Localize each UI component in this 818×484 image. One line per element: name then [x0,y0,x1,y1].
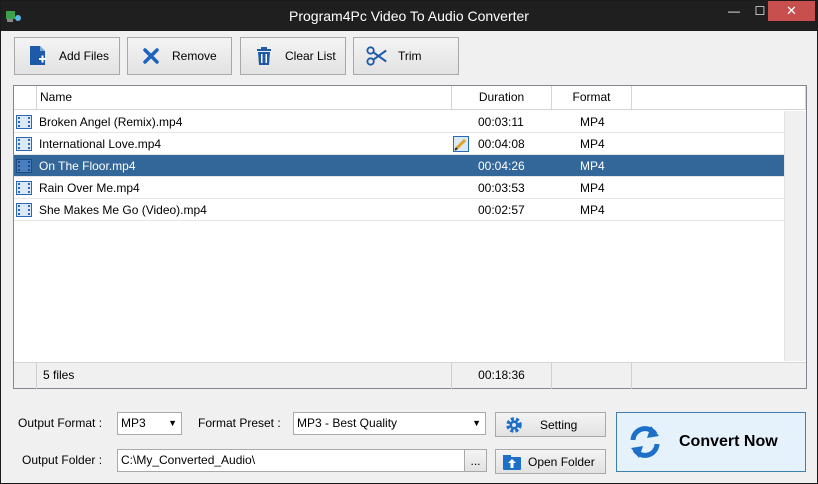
open-folder-label: Open Folder [528,454,595,469]
remove-icon [140,45,162,67]
title-bar[interactable]: Program4Pc Video To Audio Converter — ☐ … [1,1,817,31]
remove-label: Remove [172,49,217,63]
file-name: International Love.mp4 [39,137,162,151]
minimize-button[interactable]: — [721,1,747,21]
list-footer: 5 files 00:18:36 [14,362,806,389]
output-format-value: MP3 [121,416,146,430]
chevron-down-icon: ▼ [472,418,481,428]
file-name: Broken Angel (Remix).mp4 [39,115,183,129]
total-duration: 00:18:36 [452,363,552,389]
output-format-label: Output Format : [18,416,103,430]
table-row[interactable]: Rain Over Me.mp4 00:03:53 MP4 [14,177,784,199]
trim-label: Trim [398,49,422,63]
footer-format-col [552,363,632,389]
add-files-button[interactable]: Add Files [14,37,120,75]
video-file-icon [16,115,32,129]
table-row[interactable]: International Love.mp4 00:04:08 MP4 [14,133,784,155]
edit-trim-icon[interactable] [453,136,469,152]
video-file-icon [16,181,32,195]
format-preset-select[interactable]: MP3 - Best Quality ▼ [293,412,486,435]
file-duration: 00:03:11 [478,115,524,129]
open-folder-button[interactable]: Open Folder [495,449,606,474]
convert-now-label: Convert Now [679,433,778,450]
video-file-icon [16,159,32,173]
file-format: MP4 [580,181,605,195]
folder-open-icon [502,452,522,472]
file-rows: Broken Angel (Remix).mp4 00:03:11 MP4 In… [14,111,784,221]
file-format: MP4 [580,137,605,151]
trash-icon [253,45,275,67]
list-header: Name Duration Format [14,86,806,110]
file-format: MP4 [580,159,605,173]
setting-label: Setting [540,417,578,432]
file-duration: 00:02:57 [478,203,525,217]
file-count: 5 files [37,363,452,389]
app-window: Program4Pc Video To Audio Converter — ☐ … [0,0,818,484]
file-name: On The Floor.mp4 [39,159,136,173]
window-title: Program4Pc Video To Audio Converter [289,8,529,24]
output-format-select[interactable]: MP3 ▼ [117,412,182,435]
column-header-duration[interactable]: Duration [452,86,552,109]
format-preset-label: Format Preset : [198,416,281,430]
column-header-format[interactable]: Format [552,86,632,109]
output-folder-input[interactable]: C:\My_Converted_Audio\ [117,449,465,472]
chevron-down-icon: ▼ [168,418,177,428]
file-duration: 00:04:26 [478,159,525,173]
trim-button[interactable]: Trim [353,37,459,75]
file-name: She Makes Me Go (Video).mp4 [39,203,207,217]
file-name: Rain Over Me.mp4 [39,181,140,195]
column-header-name[interactable]: Name [37,86,452,109]
file-duration: 00:03:53 [478,181,525,195]
column-header-empty [632,86,806,109]
file-format: MP4 [580,115,605,129]
refresh-icon [630,426,660,458]
scissors-icon [366,45,388,67]
table-row[interactable]: She Makes Me Go (Video).mp4 00:02:57 MP4 [14,199,784,221]
file-list[interactable]: Name Duration Format Broken Angel (Remix… [13,85,807,389]
setting-button[interactable]: Setting [495,412,606,437]
footer-icon-col [14,363,37,389]
remove-button[interactable]: Remove [127,37,232,75]
clear-list-label: Clear List [285,49,336,63]
output-folder-label: Output Folder : [22,453,103,467]
file-format: MP4 [580,203,605,217]
table-row[interactable]: Broken Angel (Remix).mp4 00:03:11 MP4 [14,111,784,133]
add-file-icon [27,45,49,67]
footer-empty-col [632,363,806,389]
clear-list-button[interactable]: Clear List [240,37,346,75]
vertical-scrollbar[interactable] [784,111,806,361]
header-icon-col [14,86,37,109]
format-preset-value: MP3 - Best Quality [297,416,398,430]
add-files-label: Add Files [59,49,110,63]
video-file-icon [16,137,32,151]
table-row-selected[interactable]: On The Floor.mp4 00:04:26 MP4 [14,155,784,177]
close-button[interactable]: ✕ [768,1,815,21]
gear-icon [504,415,524,435]
video-file-icon [16,203,32,217]
file-duration: 00:04:08 [478,137,525,151]
browse-button[interactable]: ... [464,449,487,472]
convert-now-button[interactable]: Convert Now [616,412,806,472]
